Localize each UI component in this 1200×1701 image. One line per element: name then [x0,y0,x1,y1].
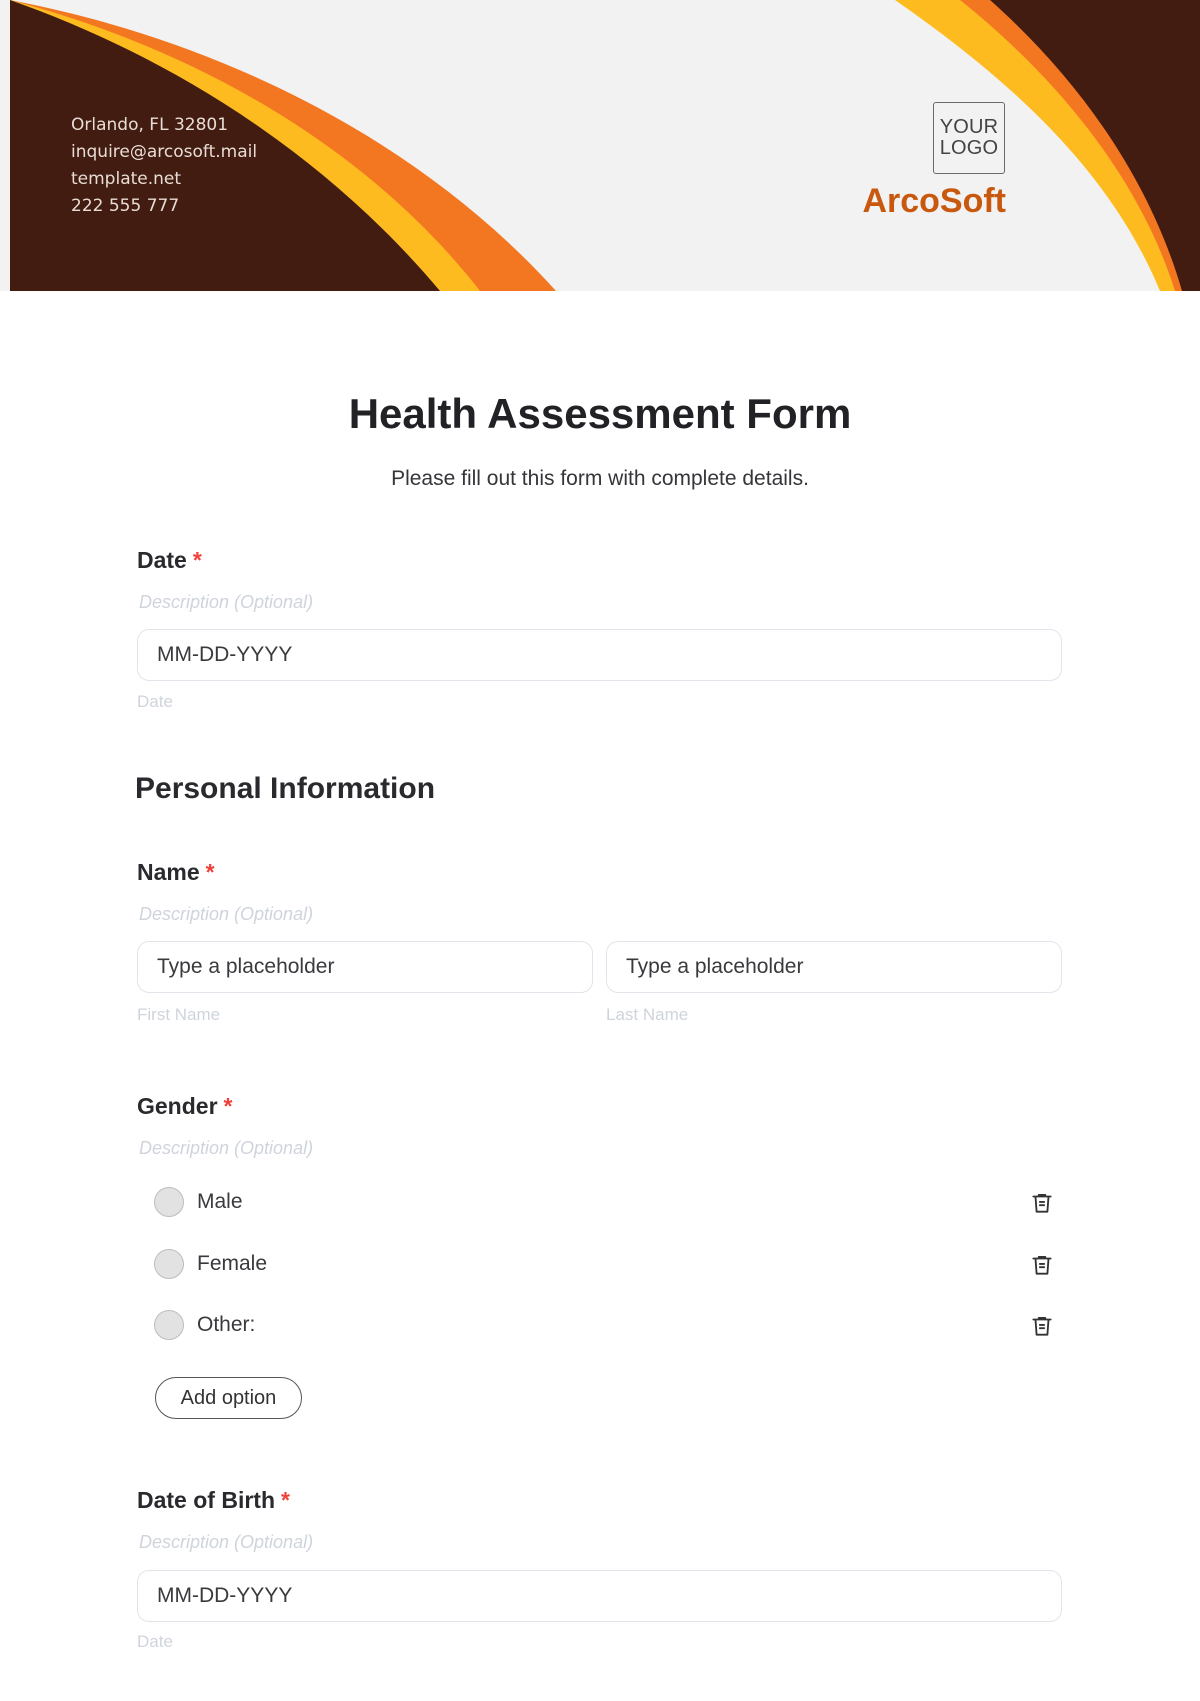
option-label: Male [197,1190,243,1213]
date-caption: Date [137,692,173,711]
brand-name: ArcoSoft [862,182,1006,220]
logo-line-1: YOUR [939,116,999,138]
dob-description: Description (Optional) [139,1532,314,1552]
contact-email: inquire@arcosoft.mail [71,142,258,162]
radio-button[interactable] [154,1310,184,1340]
trash-icon[interactable] [1029,1313,1055,1339]
last-name-input[interactable]: Type a placeholder [606,941,1062,993]
last-name-caption: Last Name [606,1005,689,1024]
form-title: Health Assessment Form [348,390,852,437]
radio-button[interactable] [154,1187,184,1217]
contact-info: Orlando, FL 32801 inquire@arcosoft.mail … [71,112,257,220]
first-name-input[interactable]: Type a placeholder [137,941,593,993]
contact-website: template.net [71,169,182,189]
contact-address: Orlando, FL 32801 [71,115,229,135]
add-option-button[interactable]: Add option [155,1377,302,1419]
section-personal-information: Personal Information [135,772,436,805]
required-marker: * [192,547,202,573]
name-label: Name * [137,859,215,886]
gender-option-female[interactable]: Female [154,1247,1054,1281]
header-banner: Orlando, FL 32801 inquire@arcosoft.mail … [0,0,1200,291]
gender-label-text: Gender [137,1093,218,1119]
logo-line-2: LOGO [939,137,999,159]
required-marker: * [223,1093,233,1119]
radio-button[interactable] [154,1249,184,1279]
dob-label: Date of Birth * [137,1487,290,1514]
date-label-text: Date [137,547,187,573]
required-marker: * [205,859,215,885]
gender-option-other[interactable]: Other: [154,1308,1054,1342]
dob-caption: Date [137,1632,173,1651]
date-input[interactable]: MM-DD-YYYY [137,629,1062,681]
trash-icon[interactable] [1029,1190,1055,1216]
option-label: Female [197,1252,268,1275]
gender-description: Description (Optional) [139,1138,314,1158]
form-subtitle: Please fill out this form with complete … [391,467,809,490]
logo-placeholder: YOUR LOGO [933,102,1005,174]
gender-label: Gender * [137,1093,232,1120]
required-marker: * [281,1487,290,1513]
date-label: Date * [137,547,202,574]
gender-option-male[interactable]: Male [154,1185,1054,1219]
contact-phone: 222 555 777 [71,196,180,216]
option-label: Other: [197,1313,256,1336]
dob-label-text: Date of Birth [137,1487,275,1513]
name-description: Description (Optional) [139,904,314,924]
date-description: Description (Optional) [139,592,314,612]
trash-icon[interactable] [1029,1252,1055,1278]
first-name-caption: First Name [137,1005,221,1024]
name-label-text: Name [137,859,200,885]
dob-input[interactable]: MM-DD-YYYY [137,1570,1062,1622]
